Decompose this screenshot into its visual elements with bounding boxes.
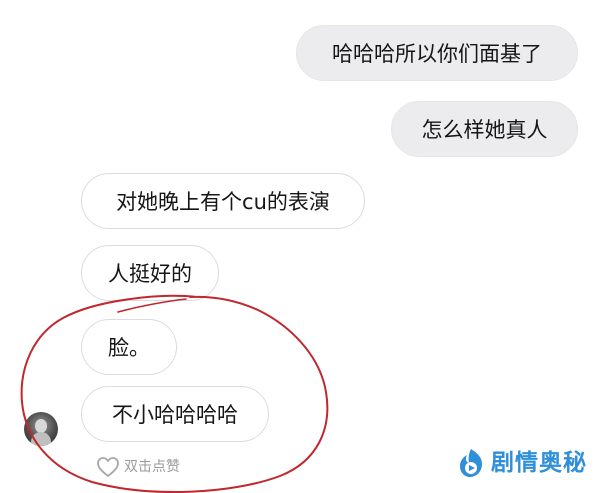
avatar-body [31,432,51,446]
heart-outline-icon [97,457,119,477]
watermark-text: 剧情奥秘 [491,450,587,476]
message-bubble-incoming[interactable]: 人挺好的 [81,245,219,301]
like-action[interactable]: 双击点赞 [96,456,180,478]
message-bubble-incoming[interactable]: 脸。 [81,319,177,375]
play-logo-icon [460,449,482,477]
message-bubble-outgoing[interactable]: 怎么样她真人 [391,101,578,157]
message-bubble-incoming[interactable]: 对她晚上有个cu的表演 [81,173,365,229]
sender-avatar[interactable] [24,412,58,446]
watermark: 剧情奥秘 [457,445,587,481]
like-label: 双击点赞 [124,459,180,475]
message-bubble-outgoing[interactable]: 哈哈哈所以你们面基了 [296,25,578,81]
avatar-face [35,419,47,433]
chat-thread: 哈哈哈所以你们面基了 怎么样她真人 对她晚上有个cu的表演 人挺好的 脸。 不小… [0,0,601,493]
message-bubble-incoming[interactable]: 不小哈哈哈哈 [81,386,269,442]
